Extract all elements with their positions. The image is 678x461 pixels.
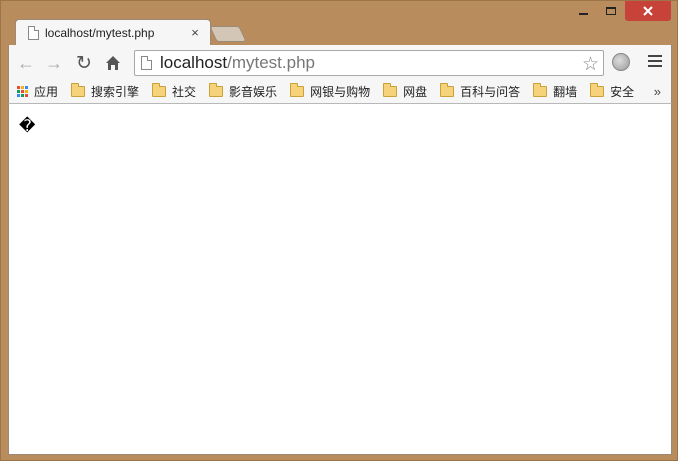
folder-icon bbox=[152, 83, 167, 97]
bookmark-folder[interactable]: 网银与购物 bbox=[290, 83, 370, 100]
url-path: /mytest.php bbox=[227, 53, 315, 72]
bookmark-folder[interactable]: 百科与问答 bbox=[440, 83, 520, 100]
bookmark-label: 翻墙 bbox=[553, 85, 578, 99]
bookmark-folder[interactable]: 社交 bbox=[152, 83, 196, 100]
bookmark-apps[interactable]: 应用 bbox=[17, 83, 58, 100]
folder-icon bbox=[290, 83, 305, 97]
bookmark-folder[interactable]: 网盘 bbox=[383, 83, 427, 100]
bookmark-label: 百科与问答 bbox=[460, 85, 521, 99]
bookmark-folder[interactable]: 搜索引擎 bbox=[71, 83, 139, 100]
bookmark-label: 网银与购物 bbox=[310, 85, 371, 99]
bookmark-folder[interactable]: 影音娱乐 bbox=[209, 83, 277, 100]
folder-icon bbox=[209, 83, 224, 97]
bookmarks-overflow-button[interactable]: » bbox=[654, 84, 661, 99]
bookmark-label: 社交 bbox=[172, 85, 197, 99]
back-button[interactable]: ← bbox=[15, 52, 37, 74]
bookmark-label: 网盘 bbox=[403, 85, 428, 99]
new-tab-button[interactable] bbox=[209, 26, 247, 42]
folder-icon bbox=[383, 83, 398, 97]
bookmark-label: 影音娱乐 bbox=[229, 85, 278, 99]
globe-icon[interactable] bbox=[612, 53, 630, 71]
toolbar: ← → ↻ localhost/mytest.php ☆ bbox=[8, 45, 672, 80]
close-icon bbox=[643, 6, 653, 16]
page-icon bbox=[141, 56, 152, 70]
page-body-text: � bbox=[19, 116, 36, 135]
url-host: localhost bbox=[160, 53, 228, 72]
bookmark-label: 搜索引擎 bbox=[91, 85, 140, 99]
tab-active[interactable]: localhost/mytest.php × bbox=[15, 19, 211, 45]
bookmark-label: 安全 bbox=[610, 85, 635, 99]
arrow-left-icon: ← bbox=[17, 52, 35, 73]
reload-icon: ↻ bbox=[76, 52, 92, 74]
arrow-right-icon: → bbox=[45, 52, 63, 73]
menu-icon[interactable] bbox=[648, 55, 662, 70]
home-button[interactable] bbox=[102, 52, 124, 74]
browser-window: localhost/mytest.php × ← → ↻ localhost/m… bbox=[0, 0, 678, 461]
reload-button[interactable]: ↻ bbox=[73, 52, 95, 74]
star-icon[interactable]: ☆ bbox=[582, 53, 599, 76]
page-icon bbox=[28, 25, 39, 40]
address-bar[interactable]: localhost/mytest.php ☆ bbox=[134, 50, 604, 76]
minimize-button[interactable] bbox=[569, 1, 597, 21]
bookmark-label: 应用 bbox=[34, 85, 59, 99]
minimize-icon bbox=[578, 13, 588, 15]
maximize-icon bbox=[606, 7, 616, 15]
bookmark-folder[interactable]: 翻墙 bbox=[533, 83, 577, 100]
forward-button[interactable]: → bbox=[43, 52, 65, 74]
bookmark-folder[interactable]: 安全 bbox=[590, 83, 634, 100]
home-icon bbox=[106, 56, 120, 70]
bookmarks-bar: 应用 搜索引擎 社交 影音娱乐 网银与购物 网盘 百科与问答 翻墙 安全 » bbox=[8, 80, 672, 104]
folder-icon bbox=[590, 83, 605, 97]
folder-icon bbox=[533, 83, 548, 97]
apps-icon bbox=[17, 86, 28, 97]
tab-title: localhost/mytest.php bbox=[45, 25, 155, 40]
window-controls bbox=[569, 1, 671, 23]
page-content: � bbox=[8, 104, 672, 455]
folder-icon bbox=[71, 83, 86, 97]
folder-icon bbox=[440, 83, 455, 97]
close-window-button[interactable] bbox=[625, 1, 671, 21]
maximize-button[interactable] bbox=[597, 1, 625, 21]
tab-close-button[interactable]: × bbox=[188, 25, 202, 40]
